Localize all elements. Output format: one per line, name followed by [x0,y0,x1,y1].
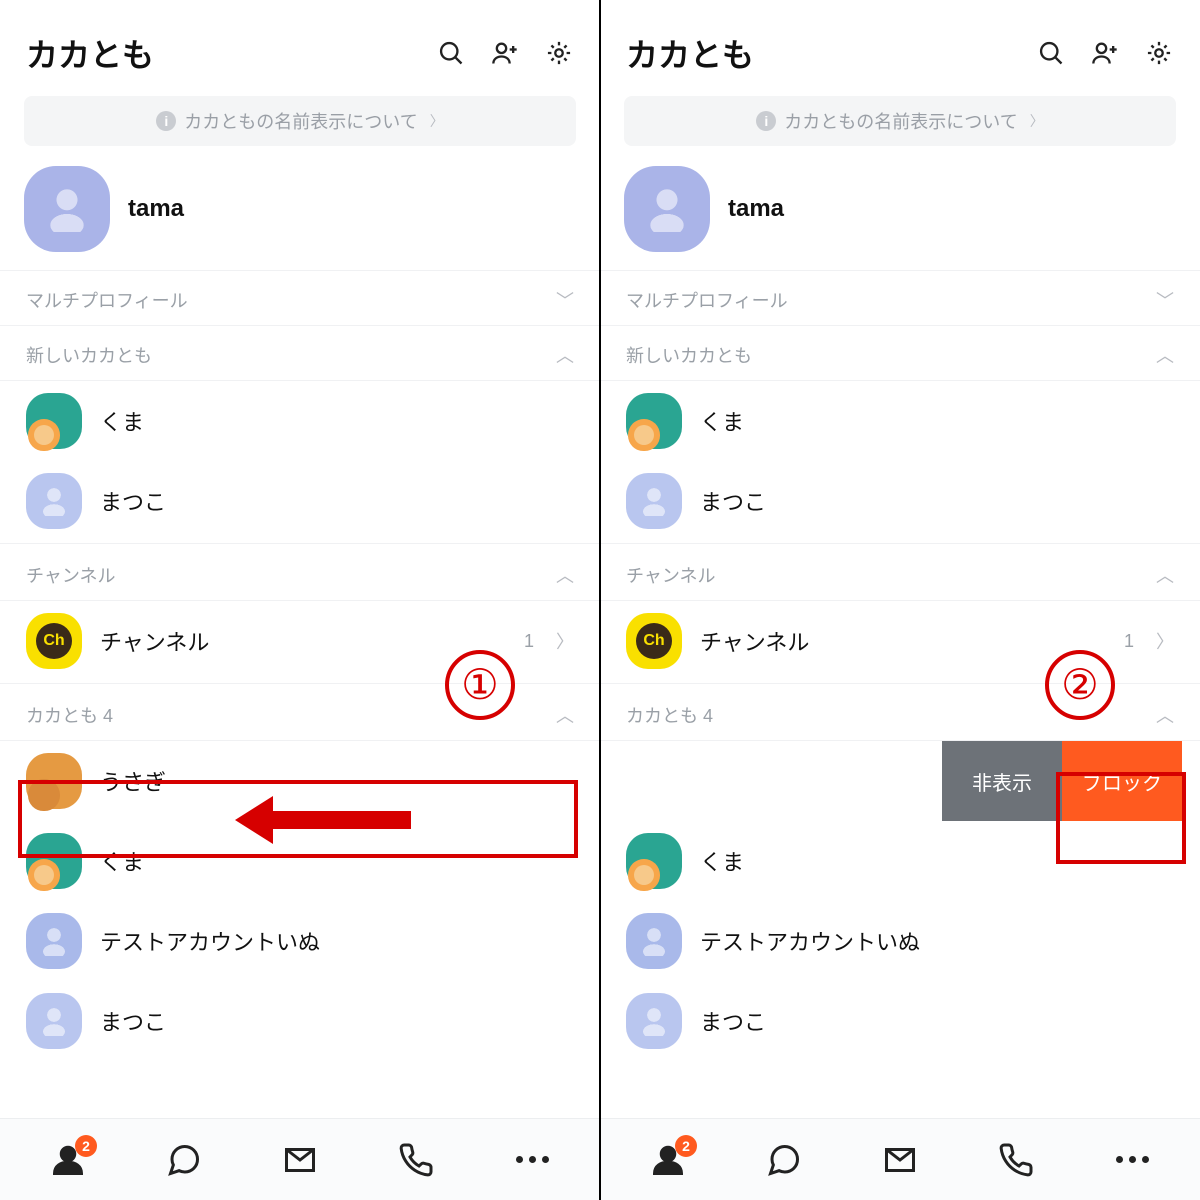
header-actions [1036,38,1174,68]
section-new-friends[interactable]: 新しいカカとも ︿ [600,326,1200,381]
avatar [626,473,682,529]
header-actions [436,38,574,68]
avatar [626,913,682,969]
tab-bar: 2 [0,1118,600,1200]
chevron-right-icon: 〉 [1030,111,1044,131]
profile-name: tama [728,195,784,223]
add-friend-icon[interactable] [1090,38,1120,68]
tab-call[interactable] [393,1137,439,1183]
badge: 2 [75,1135,97,1157]
chevron-right-icon: 〉 [430,111,444,131]
list-item[interactable]: くま [600,381,1200,461]
tab-chat[interactable] [161,1137,207,1183]
chevron-down-icon: ﹀ [556,287,574,313]
more-icon [1116,1156,1149,1163]
info-icon: i [156,111,176,131]
page-title: カカとも [626,30,1036,76]
profile-name: tama [128,195,184,223]
list-item[interactable]: テストアカウントいぬ [600,901,1200,981]
list-item[interactable]: まつこ [0,461,600,541]
chevron-up-icon: ︿ [1156,562,1174,588]
tab-friends[interactable]: 2 [45,1137,91,1183]
avatar [626,393,682,449]
search-icon[interactable] [1036,38,1066,68]
chevron-up-icon: ︿ [1156,702,1174,728]
notice-banner[interactable]: i カカともの名前表示について 〉 [24,96,576,146]
list-item[interactable]: まつこ [600,981,1200,1061]
my-profile-row[interactable]: tama [600,156,1200,271]
search-icon[interactable] [436,38,466,68]
chevron-up-icon: ︿ [556,562,574,588]
list-item[interactable]: まつこ [600,461,1200,541]
list-item[interactable]: くま [0,381,600,461]
annotation-highlight-box [1056,772,1186,864]
tab-more[interactable] [509,1137,555,1183]
pane-divider [599,0,601,1200]
my-profile-row[interactable]: tama [0,156,600,271]
swipe-hide-button[interactable]: 非表示 [942,741,1062,821]
annotation-step-2: ② [1045,650,1115,720]
chevron-right-icon: 〉 [556,628,574,654]
avatar [26,913,82,969]
more-icon [516,1156,549,1163]
info-icon: i [756,111,776,131]
tab-bar: 2 [600,1118,1200,1200]
annotation-step-1: ① [445,650,515,720]
tab-call[interactable] [993,1137,1039,1183]
channel-icon: Ch [26,613,82,669]
gear-icon[interactable] [544,38,574,68]
section-multi-profile[interactable]: マルチプロフィール ﹀ [600,271,1200,326]
chevron-right-icon: 〉 [1156,628,1174,654]
section-new-friends[interactable]: 新しいカカとも ︿ [0,326,600,381]
list-item[interactable]: テストアカウントいぬ [0,901,600,981]
avatar [24,166,110,252]
chevron-up-icon: ︿ [556,702,574,728]
gear-icon[interactable] [1144,38,1174,68]
section-channel[interactable]: チャンネル ︿ [0,546,600,601]
header: カカとも [0,0,600,96]
header: カカとも [600,0,1200,96]
avatar [626,833,682,889]
chevron-up-icon: ︿ [556,342,574,368]
tab-more[interactable] [1109,1137,1155,1183]
channel-icon: Ch [626,613,682,669]
list-item[interactable]: まつこ [0,981,600,1061]
section-multi-profile[interactable]: マルチプロフィール ﹀ [0,271,600,326]
banner-text: カカともの名前表示について [784,108,1017,134]
avatar [26,393,82,449]
avatar [26,473,82,529]
chevron-up-icon: ︿ [1156,342,1174,368]
section-channel[interactable]: チャンネル ︿ [600,546,1200,601]
avatar [626,993,682,1049]
notice-banner[interactable]: i カカともの名前表示について 〉 [624,96,1176,146]
chevron-down-icon: ﹀ [1156,287,1174,313]
screenshot-right: カカとも i カカともの名前表示について 〉 tama マルチプロフィール ﹀ … [600,0,1200,1200]
avatar [624,166,710,252]
tab-discover[interactable] [877,1137,923,1183]
page-title: カカとも [26,30,436,76]
tab-chat[interactable] [761,1137,807,1183]
screenshot-left: カカとも i カカともの名前表示について 〉 tama マルチプロフィール ﹀ … [0,0,600,1200]
tab-discover[interactable] [277,1137,323,1183]
badge: 2 [675,1135,697,1157]
add-friend-icon[interactable] [490,38,520,68]
tab-friends[interactable]: 2 [645,1137,691,1183]
banner-text: カカともの名前表示について [184,108,417,134]
avatar [26,993,82,1049]
